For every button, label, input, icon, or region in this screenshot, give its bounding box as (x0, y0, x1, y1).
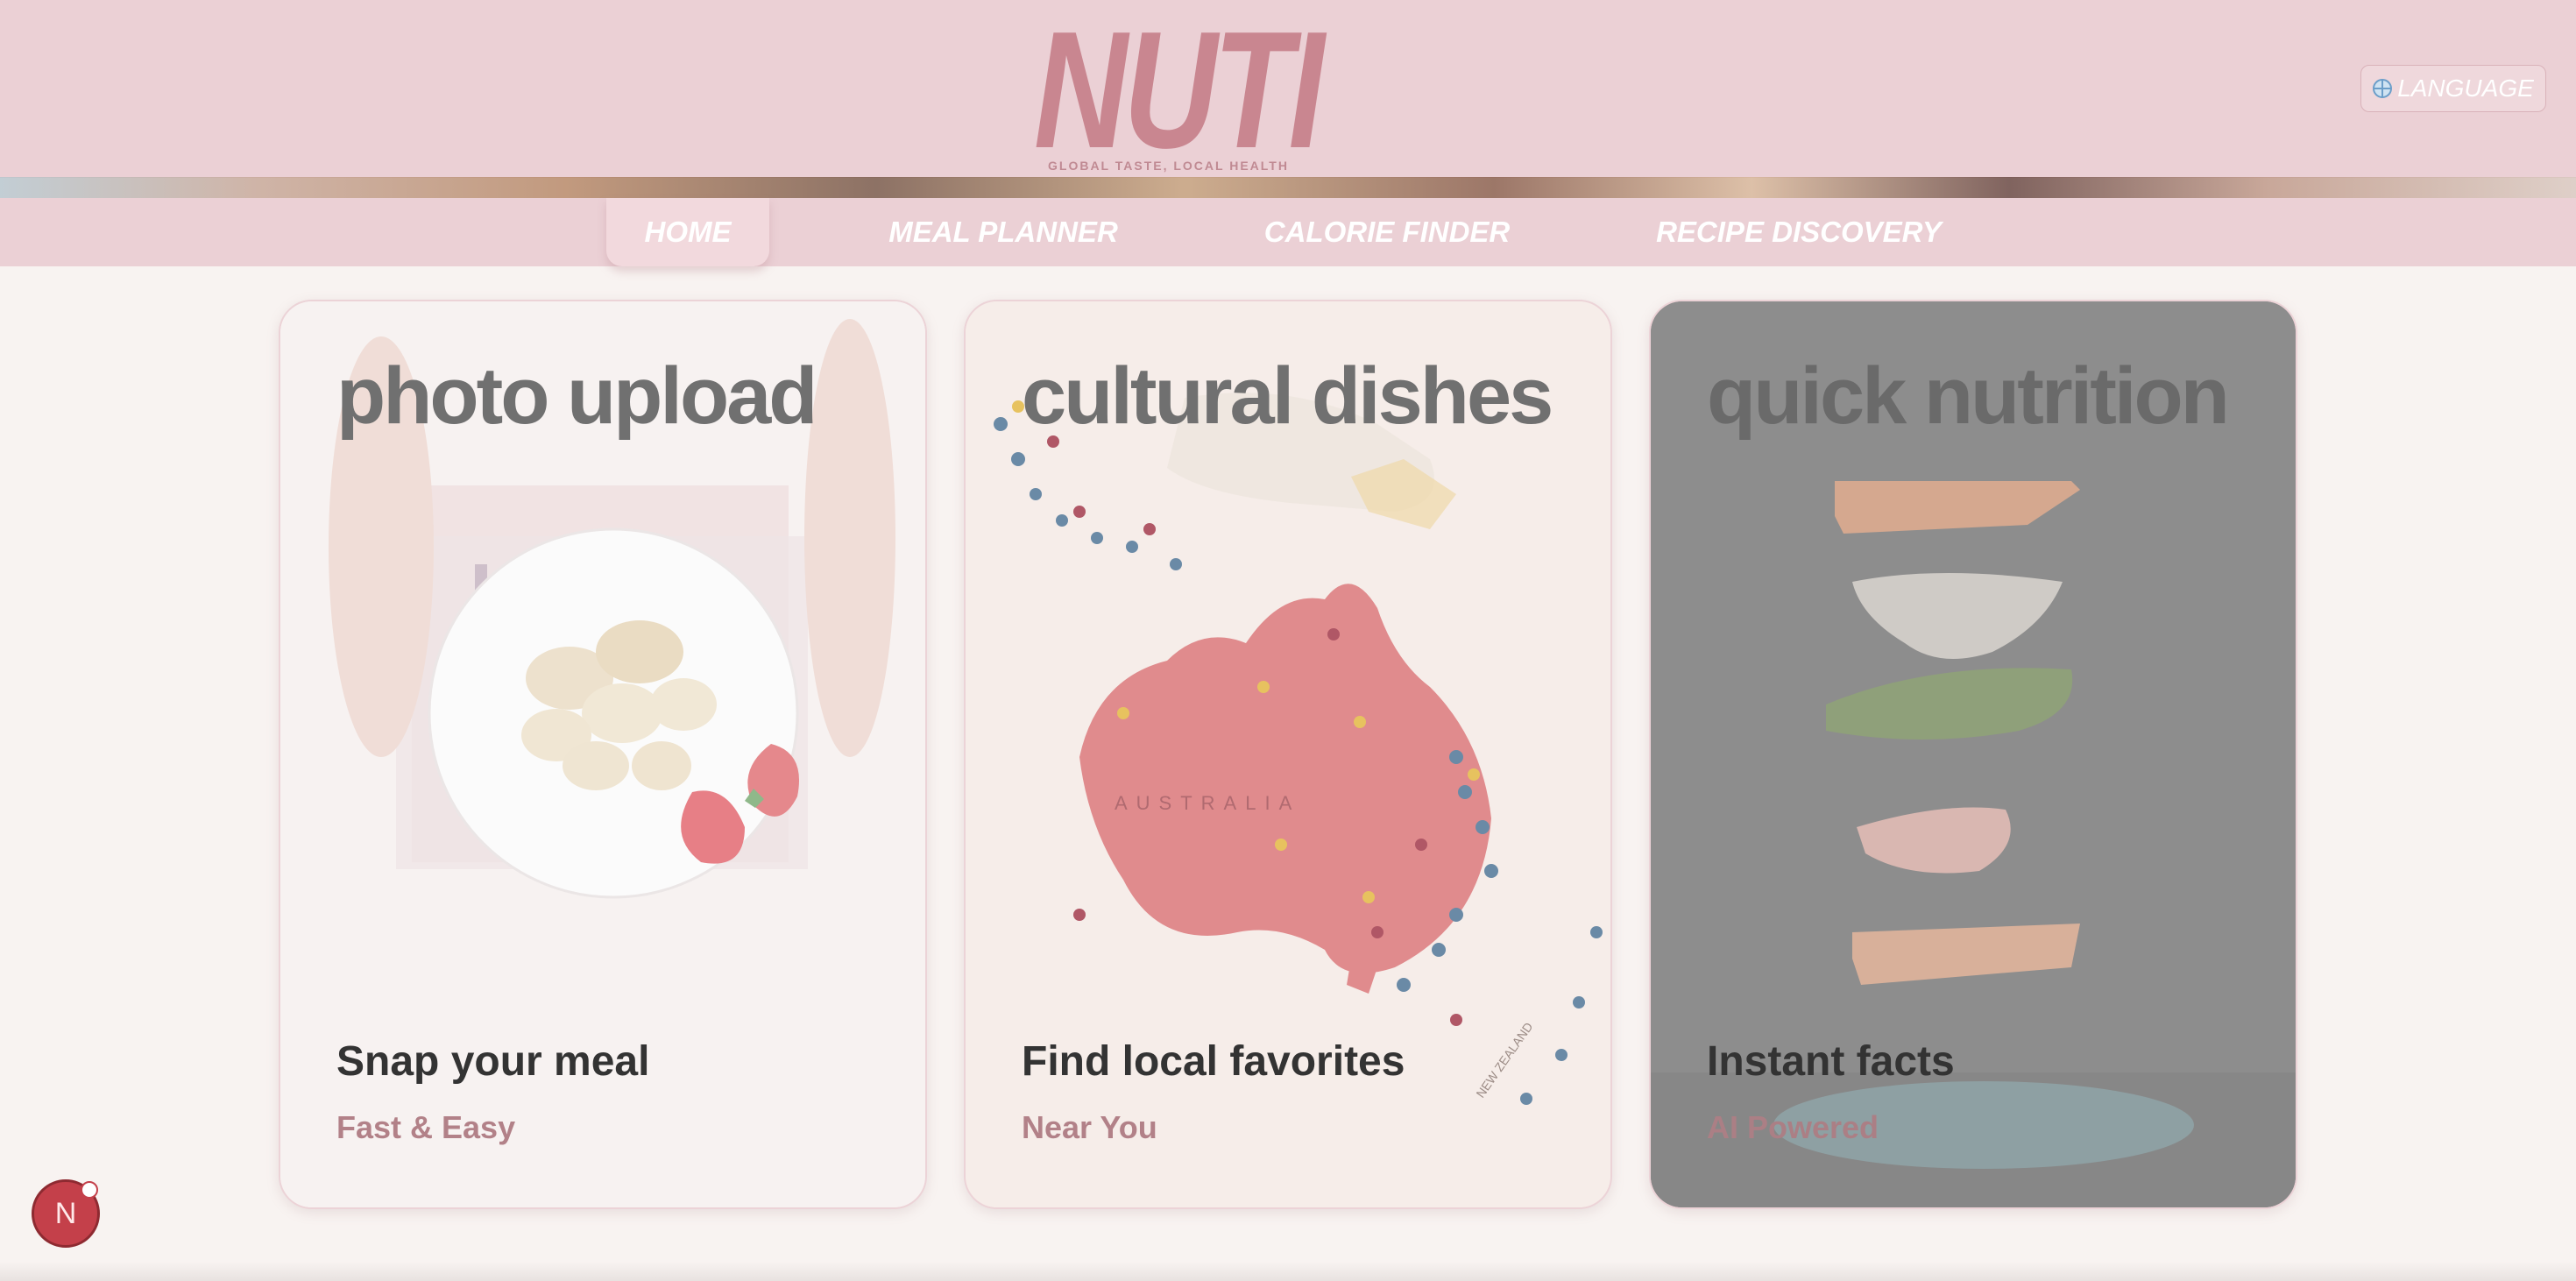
globe-icon (2373, 79, 2393, 98)
logo-text: NUTI (1034, 0, 1325, 183)
card-tag: Fast & Easy (336, 1109, 516, 1145)
cultural-dishes-card[interactable]: AUSTRALIA NEW ZEALAND cultural dishes Fi… (964, 300, 1612, 1209)
logo[interactable]: NUTI GLOBAL TASTE, LOCAL HEALTH (1034, 0, 1367, 183)
language-button[interactable]: LANGUAGE (2360, 65, 2546, 112)
notification-dot (81, 1181, 98, 1199)
header: NUTI GLOBAL TASTE, LOCAL HEALTH LANGUAGE (0, 0, 2576, 178)
tagline: GLOBAL TASTE, LOCAL HEALTH (1048, 159, 1289, 173)
hero-image-strip (0, 177, 2576, 198)
nav-home[interactable]: HOME (606, 198, 769, 266)
floating-n-label: N (54, 1196, 77, 1230)
nav-meal-planner[interactable]: MEAL PLANNER (876, 198, 1130, 266)
main-nav: HOME MEAL PLANNER CALORIE FINDER RECIPE … (0, 198, 2576, 266)
page-bottom-edge (0, 1262, 2576, 1281)
nav-recipe-discovery[interactable]: RECIPE DISCOVERY (1647, 198, 1950, 266)
card-title: photo upload (336, 351, 818, 441)
card-title: quick nutrition (1707, 351, 2230, 441)
card-tag: AI Powered (1707, 1109, 1879, 1145)
card-subtitle: Find local favorites (1022, 1038, 1405, 1085)
card-subtitle: Instant facts (1707, 1038, 1955, 1085)
card-subtitle: Snap your meal (336, 1038, 650, 1085)
card-title: cultural dishes (1022, 351, 1553, 441)
svg-text:AUSTRALIA: AUSTRALIA (1115, 792, 1300, 814)
photo-upload-card[interactable]: photo upload Snap your meal Fast & Easy (279, 300, 927, 1209)
card-tag: Near You (1022, 1109, 1157, 1145)
nav-calorie-finder[interactable]: CALORIE FINDER (1253, 198, 1521, 266)
quick-nutrition-card[interactable]: quick nutrition Instant facts AI Powered (1649, 300, 2297, 1209)
language-label: LANGUAGE (2397, 74, 2534, 102)
